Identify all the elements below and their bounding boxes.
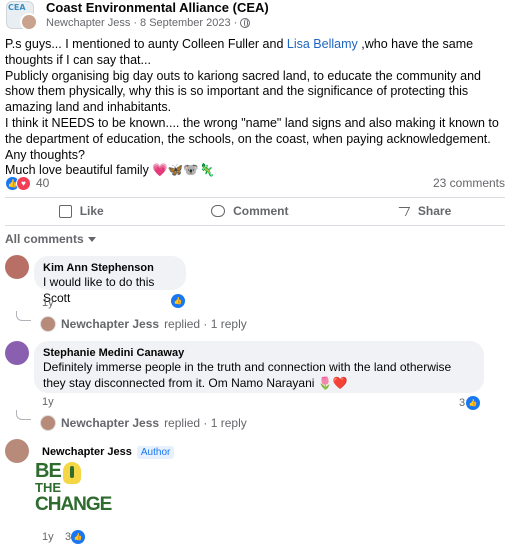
author-comment-header: Newchapter Jess Author bbox=[42, 445, 175, 459]
reply-summary: replied · 1 reply bbox=[164, 317, 247, 331]
comment-like-count: 3 bbox=[459, 397, 466, 409]
reaction-count: 40 bbox=[36, 176, 50, 190]
post-paragraph-1: P.s guys... I mentioned to aunty Colleen… bbox=[5, 37, 505, 69]
comment-time[interactable]: 1y bbox=[42, 531, 54, 543]
share-icon bbox=[396, 205, 410, 217]
comment-like-icon[interactable]: 👍 bbox=[171, 294, 185, 308]
reply-author: Newchapter Jess bbox=[61, 416, 160, 430]
commenter-name[interactable]: Stephanie Medini Canaway bbox=[43, 346, 475, 360]
mention-link[interactable]: Lisa Bellamy bbox=[287, 37, 358, 51]
like-label: Like bbox=[79, 204, 104, 218]
reactions-bar: 👍 ♥ 40 23 comments bbox=[5, 175, 505, 191]
comments-filter[interactable]: All comments bbox=[5, 232, 96, 246]
reply-avatar bbox=[40, 316, 56, 332]
post-date[interactable]: 8 September 2023 bbox=[140, 16, 231, 30]
love-reaction-icon: ♥ bbox=[16, 175, 31, 191]
post-paragraph-3: I think it NEEDS to be known.... the wro… bbox=[5, 115, 499, 146]
comment-like-icon[interactable]: 👍 bbox=[466, 396, 480, 410]
comment-text: I would like to do this Scott bbox=[43, 275, 155, 305]
sprout-icon bbox=[70, 466, 74, 478]
commenter-avatar[interactable] bbox=[5, 341, 29, 365]
reply-summary: replied · 1 reply bbox=[164, 416, 247, 430]
divider-bottom bbox=[5, 225, 505, 226]
be-the-change-sticker: BE THE CHANGE bbox=[35, 460, 112, 526]
author-badge: Author bbox=[136, 445, 175, 459]
post-header: CEA Coast Environmental Alliance (CEA) N… bbox=[6, 0, 269, 32]
post-author[interactable]: Newchapter Jess bbox=[46, 16, 130, 30]
reaction-summary[interactable]: 👍 ♥ 40 bbox=[5, 175, 50, 191]
comment-like-icon[interactable]: 👍 bbox=[71, 530, 85, 544]
comment-text: Definitely immerse people in the truth a… bbox=[43, 360, 452, 390]
comment-time[interactable]: 1y bbox=[42, 297, 54, 309]
reply-author: Newchapter Jess bbox=[61, 317, 160, 331]
commenter-name[interactable]: Kim Ann Stephenson bbox=[43, 261, 177, 275]
group-logo-text: CEA bbox=[8, 3, 26, 12]
comment-button[interactable]: Comment bbox=[211, 204, 288, 218]
commenter-avatar[interactable] bbox=[5, 439, 29, 463]
commenter-name[interactable]: Newchapter Jess bbox=[42, 445, 132, 459]
post-text-1a: P.s guys... I mentioned to aunty Colleen… bbox=[5, 37, 287, 51]
comments-filter-label: All comments bbox=[5, 232, 84, 246]
reply-connector bbox=[16, 311, 31, 321]
replies-link[interactable]: Newchapter Jess replied · 1 reply bbox=[40, 415, 247, 431]
group-name[interactable]: Coast Environmental Alliance (CEA) bbox=[46, 0, 269, 15]
post-paragraph-2: Publicly organising big day outs to kari… bbox=[5, 68, 481, 115]
comments-count[interactable]: 23 comments bbox=[433, 176, 505, 190]
comment-icon bbox=[211, 205, 226, 217]
meta-separator-2: · bbox=[233, 17, 238, 29]
sticker-line-3: CHANGE bbox=[35, 494, 112, 515]
post-meta: Newchapter Jess · 8 September 2023 · bbox=[46, 16, 269, 30]
post-actions: Like Comment Share bbox=[5, 199, 505, 223]
comment-time[interactable]: 1y bbox=[42, 396, 54, 408]
reply-avatar bbox=[40, 415, 56, 431]
sticker-line-2: THE bbox=[35, 480, 61, 495]
commenter-avatar[interactable] bbox=[5, 255, 29, 279]
share-button[interactable]: Share bbox=[396, 204, 451, 218]
comment-bubble: Stephanie Medini Canaway Definitely imme… bbox=[34, 341, 484, 393]
author-avatar[interactable] bbox=[20, 13, 38, 31]
thumbs-up-icon bbox=[58, 204, 72, 218]
comment-bubble: Kim Ann Stephenson I would like to do th… bbox=[34, 256, 186, 305]
like-button[interactable]: Like bbox=[58, 204, 104, 218]
reply-connector bbox=[16, 410, 31, 420]
post-body: P.s guys... I mentioned to aunty Colleen… bbox=[5, 37, 505, 179]
meta-separator: · bbox=[133, 17, 138, 29]
replies-link[interactable]: Newchapter Jess replied · 1 reply bbox=[40, 316, 247, 332]
header-text: Coast Environmental Alliance (CEA) Newch… bbox=[46, 0, 269, 30]
post-paragraph-4: Any thoughts? bbox=[5, 147, 85, 162]
divider-top bbox=[5, 197, 505, 198]
comment-label: Comment bbox=[233, 204, 289, 218]
share-label: Share bbox=[417, 204, 452, 218]
chevron-down-icon bbox=[87, 236, 96, 242]
globe-icon bbox=[240, 18, 251, 28]
